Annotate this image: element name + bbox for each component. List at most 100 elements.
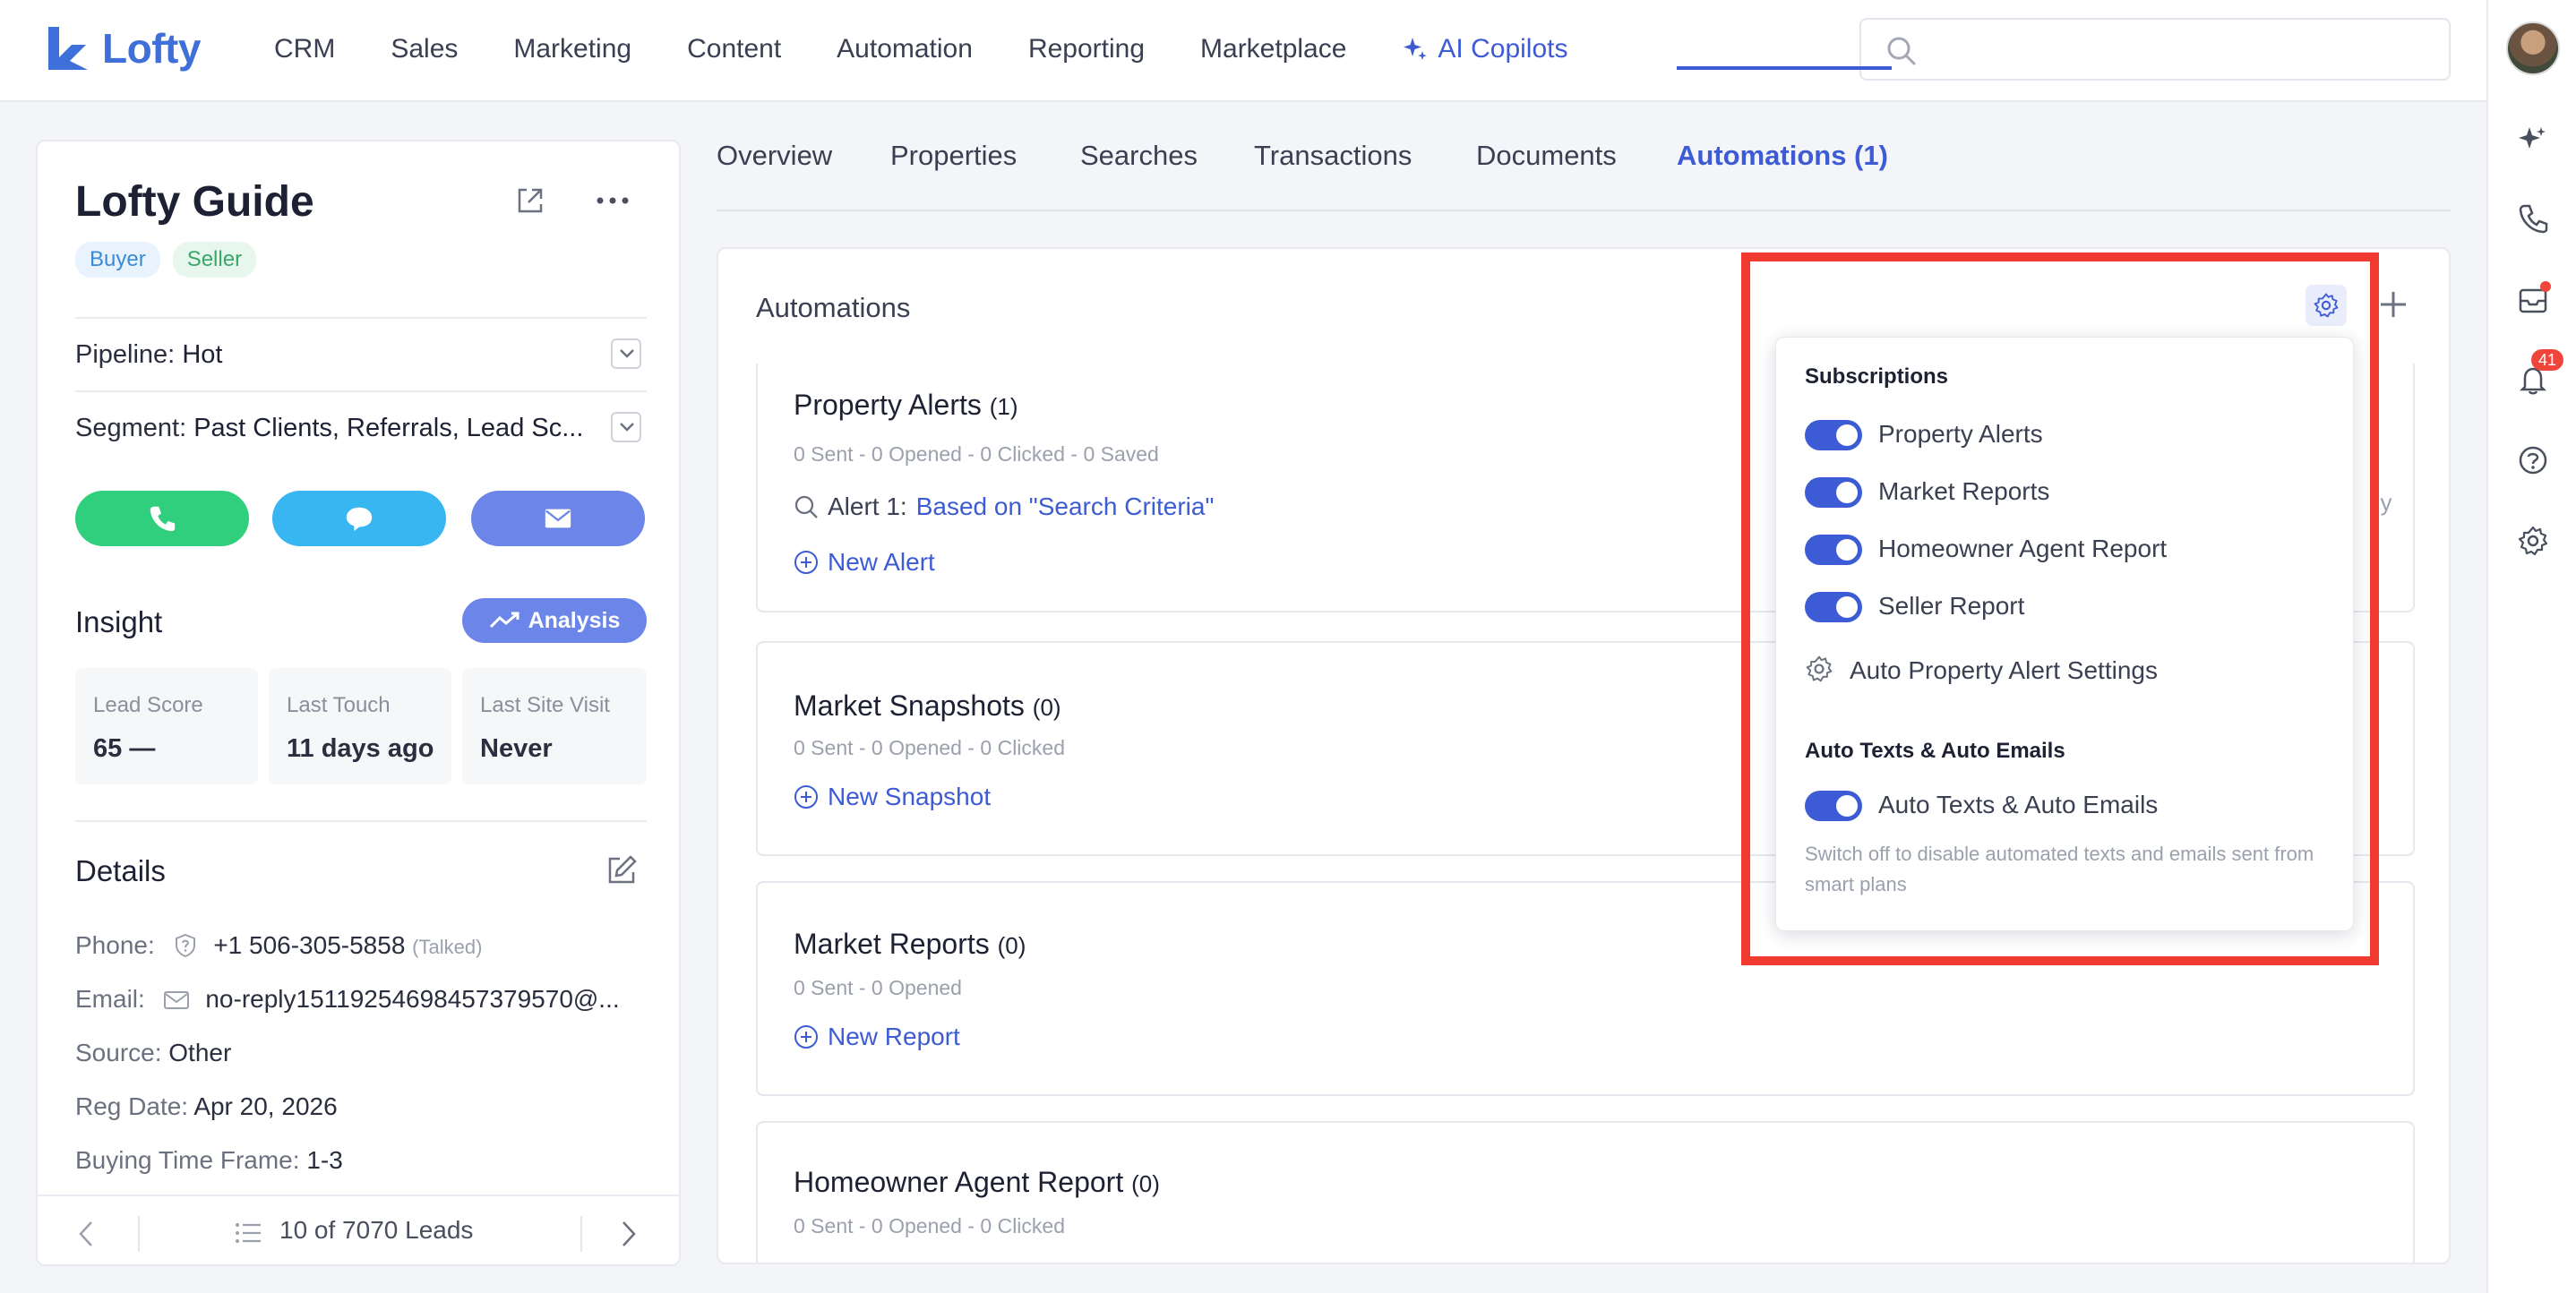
alert-label: Alert 1: [828,492,907,520]
source-value: Other [168,1039,232,1066]
pager-count: 10 of 7070 Leads [279,1216,474,1244]
tab-overview[interactable]: Overview [717,140,832,172]
pipeline-dropdown[interactable] [611,338,641,369]
detail-source: Source: Other [75,1039,231,1067]
section-stats: 0 Sent - 0 Opened - 0 Clicked [794,1214,1065,1237]
segment-dropdown[interactable] [611,412,641,442]
call-button[interactable] [75,491,249,546]
segment-value: Past Clients, Referrals, Lead Sc... [193,414,584,442]
section-count: (0) [1032,694,1061,721]
detail-buying-time-frame: Buying Time Frame: 1-3 [75,1146,343,1175]
lead-profile-card: Lofty Guide Buyer Seller Pipeline: Hot S… [36,140,681,1266]
nav-marketing[interactable]: Marketing [513,34,631,64]
section-count: (1) [989,393,1018,420]
tag-seller[interactable]: Seller [172,242,257,278]
section-name: Homeowner Agent Report [794,1166,1124,1198]
stat-last-touch: Last Touch 11 days ago [269,668,451,784]
tab-documents[interactable]: Documents [1476,140,1617,172]
right-rail: 41 [2486,0,2576,1293]
section-title: Homeowner Agent Report (0) [794,1166,1160,1199]
chevron-down-icon [620,349,634,358]
help-icon[interactable] [2517,444,2549,476]
stat-last-site-visit: Last Site Visit Never [462,668,647,784]
new-report-label: New Report [828,1023,960,1050]
lofty-logo[interactable]: Lofty [45,23,201,73]
inbox-unread-dot [2540,281,2551,292]
lead-tags: Buyer Seller [75,242,257,278]
stat-value: Never [480,734,553,763]
edit-icon[interactable] [605,854,638,886]
tag-buyer[interactable]: Buyer [75,242,160,278]
logo-text: Lofty [102,25,201,72]
insight-heading: Insight [75,605,163,638]
ai-sparkle-icon[interactable] [2517,124,2549,156]
lead-name: Lofty Guide [75,178,314,226]
divider [75,820,647,822]
top-navigation-bar: Lofty CRM Sales Marketing Content Automa… [0,0,2486,102]
nav-marketplace[interactable]: Marketplace [1200,34,1346,64]
analysis-button[interactable]: Analysis [462,598,647,643]
new-snapshot-link[interactable]: New Snapshot [794,783,991,811]
analysis-label: Analysis [528,607,621,633]
chevron-right-icon[interactable] [620,1220,638,1248]
ai-copilots-label: AI Copilots [1438,34,1568,64]
global-search-input[interactable] [1859,18,2451,81]
envelope-outline-icon [163,991,189,1009]
section-title: Market Snapshots (0) [794,689,1061,723]
tab-automations[interactable]: Automations (1) [1677,140,1888,172]
email-button[interactable] [471,491,645,546]
add-automation-icon[interactable] [2377,288,2409,321]
new-report-link[interactable]: New Report [794,1023,960,1051]
reg-date-value: Apr 20, 2026 [193,1092,338,1120]
pipeline-row: Pipeline: Hot [75,340,222,370]
detail-reg-date: Reg Date: Apr 20, 2026 [75,1092,338,1121]
detail-label: Email: [75,985,145,1013]
highlight-box [1741,253,2379,965]
tab-searches[interactable]: Searches [1080,140,1198,172]
new-snapshot-label: New Snapshot [828,783,992,810]
section-stats: 0 Sent - 0 Opened - 0 Clicked [794,736,1065,759]
shield-question-icon [175,933,195,958]
active-tab-indicator [1677,66,1892,70]
email-value[interactable]: no-reply15119254698457379570@... [205,985,619,1013]
more-options-icon[interactable] [595,193,631,208]
text-message-button[interactable] [272,491,446,546]
section-stats: 0 Sent - 0 Opened - 0 Clicked - 0 Saved [794,442,1159,466]
settings-gear-icon[interactable] [2517,525,2549,557]
lead-pager: 10 of 7070 Leads [38,1195,679,1264]
share-icon[interactable] [514,184,546,217]
envelope-icon [545,509,571,528]
tab-properties[interactable]: Properties [890,140,1017,172]
section-title: Market Reports (0) [794,928,1026,961]
section-name: Market Snapshots [794,689,1025,722]
tab-transactions[interactable]: Transactions [1254,140,1412,172]
sparkle-icon [1404,38,1428,60]
chevron-down-icon [620,423,634,432]
phone-icon[interactable] [2517,202,2549,235]
divider [138,1216,140,1252]
buying-time-frame-value: 1-3 [306,1146,343,1174]
chevron-left-icon[interactable] [77,1220,95,1248]
nav-automation[interactable]: Automation [837,34,973,64]
nav-sales[interactable]: Sales [391,34,458,64]
nav-content[interactable]: Content [687,34,781,64]
plus-circle-icon [794,785,818,809]
main-nav: CRM Sales Marketing Content Automation R… [274,34,1568,64]
user-avatar[interactable] [2506,21,2560,75]
new-alert-link[interactable]: New Alert [794,548,935,577]
divider [75,317,647,319]
details-heading: Details [75,854,166,887]
stat-value: 11 days ago [287,734,434,763]
section-stats: 0 Sent - 0 Opened [794,976,962,999]
pipeline-value: Hot [182,340,223,369]
pipeline-label: Pipeline: [75,340,176,369]
phone-value[interactable]: +1 506-305-5858 [213,931,405,959]
nav-ai-copilots[interactable]: AI Copilots [1402,34,1568,64]
phone-status: (Talked) [412,936,483,958]
nav-reporting[interactable]: Reporting [1028,34,1145,64]
list-icon [236,1223,261,1243]
stat-value: 65 — [93,734,156,763]
alert-criteria-link[interactable]: Based on "Search Criteria" [916,492,1215,521]
divider [580,1216,582,1252]
nav-crm[interactable]: CRM [274,34,335,64]
